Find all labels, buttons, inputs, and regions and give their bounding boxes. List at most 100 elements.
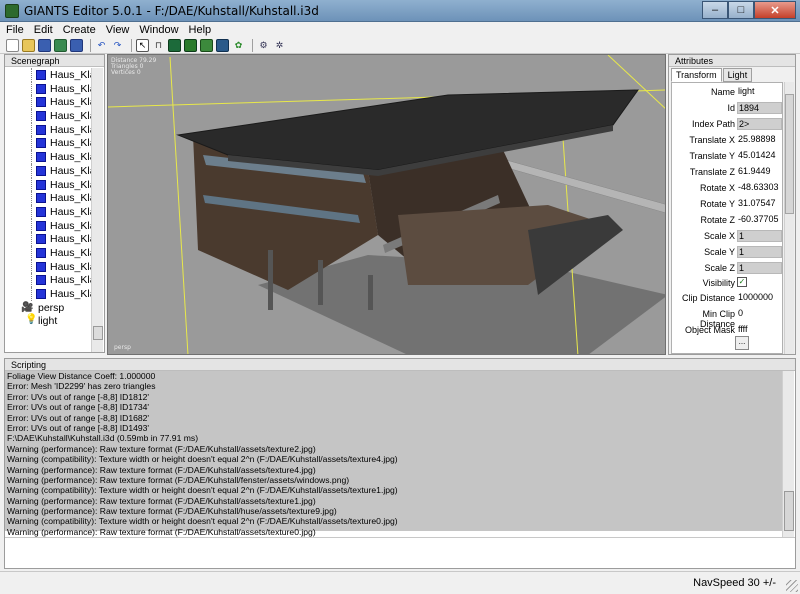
terrain-sculpt-icon[interactable]: [184, 39, 197, 52]
tab-transform[interactable]: Transform: [671, 68, 722, 82]
attr-label: Scale X: [703, 231, 735, 241]
tree-line: [31, 232, 32, 246]
menu-file[interactable]: File: [6, 24, 24, 36]
visibility-checkbox[interactable]: ✓: [737, 277, 747, 287]
tree-node[interactable]: Haus_Klap: [5, 163, 92, 178]
attr-row-scale-y: Scale Y1: [672, 245, 784, 259]
clip-distance-field[interactable]: 1000000: [737, 292, 782, 304]
more-options-button[interactable]: ...: [735, 336, 749, 350]
tree-node-label: Haus_Klap: [50, 69, 92, 81]
menu-window[interactable]: Window: [139, 24, 178, 36]
minimize-button[interactable]: –: [702, 1, 728, 19]
menu-help[interactable]: Help: [189, 24, 212, 36]
scale-z-field[interactable]: 1: [737, 262, 782, 274]
translate-z-field[interactable]: 61.9449: [737, 166, 782, 178]
terrain-paint-icon[interactable]: [200, 39, 213, 52]
tree-node[interactable]: Haus_Klap: [5, 218, 92, 233]
min-clip-distance-field[interactable]: 0: [737, 308, 782, 320]
move-icon[interactable]: ⊓: [152, 39, 165, 52]
menu-view[interactable]: View: [106, 24, 130, 36]
foliage-paint-icon[interactable]: [216, 39, 229, 52]
toolbar-separator: [252, 39, 253, 52]
attr-label: Translate Z: [689, 167, 735, 177]
rotate-x-field[interactable]: -48.63303: [737, 182, 782, 194]
save-all-icon[interactable]: [54, 39, 67, 52]
tree-node[interactable]: Haus_Klap: [5, 95, 92, 110]
maximize-button[interactable]: □: [728, 1, 754, 19]
scenegraph-scrollbar[interactable]: [91, 68, 103, 352]
attr-row-scale-x: Scale X1: [672, 229, 784, 243]
tree-node[interactable]: Haus_Klap: [5, 191, 92, 205]
menu-create[interactable]: Create: [63, 24, 96, 36]
open-file-icon[interactable]: [22, 39, 35, 52]
grass-paint-icon[interactable]: ✿: [232, 39, 245, 52]
tree-node[interactable]: Haus_Klap: [5, 150, 92, 164]
scale-x-field[interactable]: 1: [737, 230, 782, 242]
tree-node[interactable]: Haus_Klap: [5, 177, 92, 192]
log-line: Error: UVs out of range [-8,8] ID1493': [7, 422, 150, 433]
tree-node[interactable]: Haus_Klap: [5, 273, 92, 287]
attr-label: Rotate Y: [700, 199, 735, 209]
tree-line: [31, 287, 32, 301]
name-field[interactable]: light: [737, 86, 782, 98]
settings-icon[interactable]: ⚙: [257, 39, 270, 52]
tree-node[interactable]: Haus_Klap: [5, 81, 92, 96]
rotate-y-field[interactable]: 31.07547: [737, 198, 782, 210]
tree-node[interactable]: Haus_Klap: [5, 136, 92, 151]
scenegraph-tree[interactable]: Haus_Klap Haus_Klap Haus_Klap Haus_Klap …: [5, 68, 92, 352]
tree-node-label: Haus_Klap: [50, 151, 92, 164]
tree-node[interactable]: Haus_Klap: [5, 204, 92, 219]
scrollbar-thumb[interactable]: [784, 491, 794, 531]
object-mask-field[interactable]: ffff: [737, 324, 782, 336]
attr-row-index-path: Index Path 2>: [672, 117, 784, 131]
scrollbar-thumb[interactable]: [785, 94, 794, 214]
scrollbar-thumb[interactable]: [93, 326, 103, 340]
status-bar: NavSpeed 30 +/-: [0, 571, 800, 594]
redo-icon[interactable]: ↷: [111, 39, 124, 52]
tree-node-light[interactable]: 💡 light: [5, 314, 92, 328]
scripting-scrollbar[interactable]: [782, 371, 794, 537]
undo-icon[interactable]: ↶: [95, 39, 108, 52]
translate-y-field[interactable]: 45.01424: [737, 150, 782, 162]
tree-node[interactable]: Haus_Klap: [5, 259, 92, 274]
attr-row-translate-z: Translate Z 61.9449: [672, 165, 784, 179]
tree-node[interactable]: Haus_Klap: [5, 245, 92, 260]
scripting-log[interactable]: Foliage View Distance Coeff: 1.000000 Er…: [5, 371, 782, 537]
script-input[interactable]: [5, 537, 795, 568]
attr-row-object-mask: Object Mask ffff: [672, 323, 784, 337]
3d-viewport[interactable]: Distance 79.29 Triangles 0 Vertices 0 pe…: [107, 54, 666, 355]
tab-light[interactable]: Light: [722, 68, 753, 82]
tree-node[interactable]: Haus_Klap: [5, 232, 92, 246]
attributes-scrollbar[interactable]: [784, 82, 794, 354]
save-icon[interactable]: [38, 39, 51, 52]
tree-node[interactable]: Haus_Klap: [5, 122, 92, 137]
tree-line: [31, 191, 32, 205]
attr-row-min-clip-distance: Min Clip Distance 0: [672, 307, 784, 329]
rotate-z-field[interactable]: -60.37705: [737, 214, 782, 226]
new-file-icon[interactable]: [6, 39, 19, 52]
save-as-icon[interactable]: [70, 39, 83, 52]
log-line: Warning (compatibility): Texture width o…: [7, 454, 398, 465]
tree-node[interactable]: Haus_Klap: [5, 287, 92, 301]
attr-label: Scale Z: [704, 263, 735, 273]
log-line: Warning (compatibility): Texture width o…: [7, 516, 398, 527]
shape-cube-icon: [36, 152, 46, 163]
shape-cube-icon: [36, 179, 46, 190]
close-button[interactable]: ✕: [754, 1, 796, 19]
tree-node[interactable]: Haus_Klap: [5, 68, 92, 82]
menu-edit[interactable]: Edit: [34, 24, 53, 36]
tree-line: [31, 245, 32, 260]
shape-cube-icon: [36, 234, 46, 245]
scale-y-field[interactable]: 1: [737, 246, 782, 258]
visibility-icon[interactable]: ✲: [273, 39, 286, 52]
translate-x-field[interactable]: 25.98898: [737, 134, 782, 146]
rotate-icon[interactable]: [168, 39, 181, 52]
tree-node[interactable]: Haus_Klap: [5, 109, 92, 123]
attr-row-rotate-y: Rotate Y 31.07547: [672, 197, 784, 211]
window-controls: – □ ✕: [702, 1, 796, 20]
tree-node-camera[interactable]: 🎥 persp: [5, 301, 92, 315]
tree-node-label: Haus_Klap: [50, 110, 92, 123]
select-icon[interactable]: ↖: [136, 39, 149, 52]
resize-grip-icon[interactable]: [786, 580, 798, 592]
shape-cube-icon: [36, 165, 46, 176]
